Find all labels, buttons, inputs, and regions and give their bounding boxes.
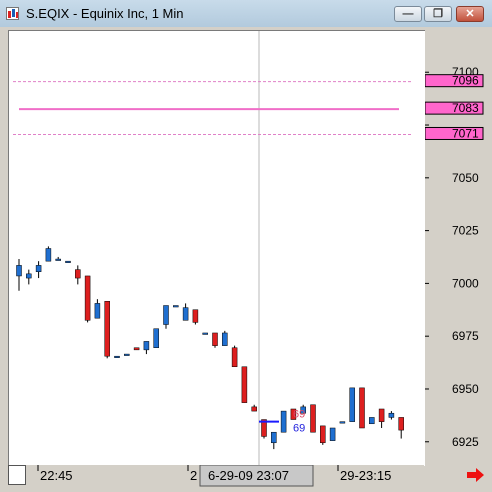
minimize-icon: — bbox=[402, 8, 414, 20]
candle-body bbox=[310, 404, 316, 433]
candle-body bbox=[16, 265, 22, 277]
candle-body bbox=[349, 387, 355, 422]
candle-body bbox=[241, 366, 248, 403]
candle-body bbox=[45, 248, 52, 262]
price-tick-label: 6975 bbox=[452, 329, 479, 343]
price-tick-label: 7000 bbox=[452, 276, 479, 290]
restore-icon: ❐ bbox=[433, 8, 443, 20]
chart-app-icon bbox=[6, 7, 19, 20]
candle-body bbox=[35, 265, 42, 272]
price-axis-svg: 7100705070257000697569506925709670837071 bbox=[424, 65, 484, 449]
candlestick-chart: 6969 bbox=[13, 31, 413, 466]
candle-body bbox=[280, 410, 287, 433]
time-axis-svg: 22:45 2 29-23:15 6-29-09 23:07 bbox=[8, 464, 391, 487]
chart-window: S.EQIX - Equinix Inc, 1 Min — ❐ ✕ 69 69 7… bbox=[0, 0, 492, 492]
candle-body bbox=[339, 421, 346, 424]
scroll-right-arrow-icon[interactable] bbox=[464, 465, 488, 487]
level-price-text: 7071 bbox=[452, 126, 479, 140]
candle-body bbox=[192, 309, 199, 323]
time-tick-label: 29-23:15 bbox=[340, 468, 391, 483]
price-tick-label: 7050 bbox=[452, 171, 479, 185]
candle-body bbox=[114, 355, 120, 358]
candle-body bbox=[369, 417, 375, 425]
candle-body bbox=[94, 303, 101, 319]
candle-body bbox=[212, 332, 218, 346]
plot-area[interactable]: 69 69 bbox=[8, 30, 425, 466]
restore-button[interactable]: ❐ bbox=[424, 6, 452, 22]
time-tick-label: 22:45 bbox=[40, 468, 73, 483]
candle-body bbox=[65, 260, 71, 263]
candle-body bbox=[359, 387, 365, 429]
time-tick-label: 2 bbox=[190, 468, 197, 483]
candle-body bbox=[271, 431, 277, 444]
time-scroll-box bbox=[8, 465, 26, 485]
candle-body bbox=[378, 408, 385, 422]
close-icon: ✕ bbox=[465, 8, 475, 20]
candle-body bbox=[173, 305, 179, 308]
candle-body bbox=[222, 332, 228, 346]
candle-body bbox=[163, 305, 169, 325]
candle-body bbox=[398, 417, 404, 431]
candle-body bbox=[320, 425, 326, 444]
minimize-button[interactable]: — bbox=[394, 6, 422, 22]
price-axis[interactable]: 7100 7050 7025 7000 6975 6950 6925 7096 7083 7071 bbox=[424, 30, 492, 465]
time-axis[interactable]: 22:45 2 29-23:15 6-29-09 23:07 bbox=[8, 464, 424, 487]
marker-label: 69 bbox=[293, 423, 305, 435]
level-price-text: 7096 bbox=[452, 74, 479, 88]
crosshair-time-label: 6-29-09 23:07 bbox=[208, 468, 289, 483]
candle-body bbox=[124, 353, 130, 356]
title-bar[interactable]: S.EQIX - Equinix Inc, 1 Min — ❐ ✕ bbox=[0, 0, 492, 28]
candle-body bbox=[182, 307, 189, 321]
window-title: S.EQIX - Equinix Inc, 1 Min bbox=[26, 6, 184, 21]
candle-body bbox=[75, 269, 81, 279]
marker-label: 69 bbox=[293, 409, 305, 421]
candle-body bbox=[388, 412, 395, 418]
candle-body bbox=[26, 273, 32, 279]
candle-body bbox=[153, 328, 159, 348]
candle-body bbox=[251, 406, 257, 412]
candle-body bbox=[143, 341, 150, 351]
price-tick-label: 6950 bbox=[452, 382, 479, 396]
chart-area: 69 69 7100 7050 7025 7000 6975 6950 6925 7096 708… bbox=[0, 27, 492, 492]
candle-body bbox=[104, 301, 110, 357]
level-price-text: 7083 bbox=[452, 101, 479, 115]
candle-body bbox=[55, 258, 61, 261]
candle-body bbox=[202, 332, 208, 335]
price-tick-label: 6925 bbox=[452, 435, 479, 449]
price-tick-label: 7025 bbox=[452, 224, 479, 238]
candle-body bbox=[231, 347, 238, 368]
close-button[interactable]: ✕ bbox=[456, 6, 484, 22]
candle-body bbox=[84, 275, 91, 321]
candle-body bbox=[133, 347, 140, 351]
candle-body bbox=[329, 427, 336, 441]
